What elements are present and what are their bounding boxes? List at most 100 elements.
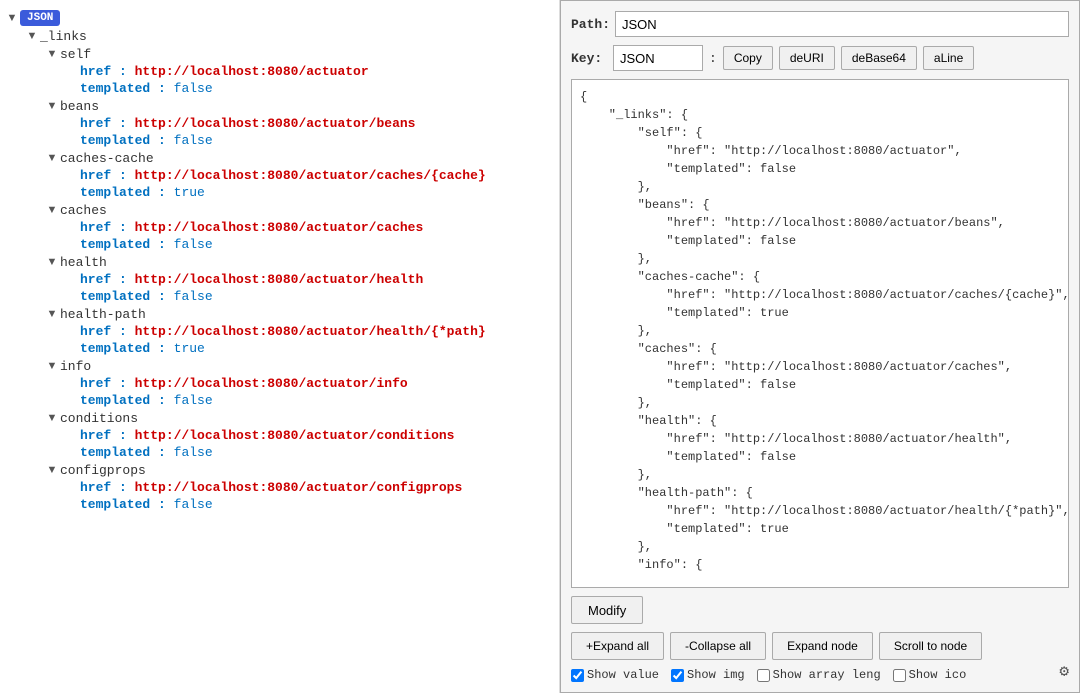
path-label: Path:: [571, 17, 607, 32]
beans-toggle[interactable]: ▼: [44, 98, 60, 114]
health-path-row[interactable]: ▼ health-path: [40, 305, 559, 323]
self-children: href : http://localhost:8080/actuator te…: [40, 63, 559, 97]
configprops-href-key: href :: [80, 480, 127, 495]
health-path-label: health-path: [60, 307, 146, 322]
scroll-to-node-button[interactable]: Scroll to node: [879, 632, 982, 660]
caches-cache-children: href : http://localhost:8080/actuator/ca…: [40, 167, 559, 201]
caches-cache-row[interactable]: ▼ caches-cache: [40, 149, 559, 167]
beans-templated-key: templated :: [80, 133, 166, 148]
collapse-all-button[interactable]: -Collapse all: [670, 632, 766, 660]
self-toggle[interactable]: ▼: [44, 46, 60, 62]
show-value-checkbox[interactable]: [571, 669, 584, 682]
info-toggle[interactable]: ▼: [44, 358, 60, 374]
health-path-templated-row: templated : true: [60, 340, 559, 357]
colon-separator: :: [709, 51, 717, 66]
expand-all-button[interactable]: +Expand all: [571, 632, 664, 660]
show-img-checkbox[interactable]: [671, 669, 684, 682]
beans-templated-value: false: [174, 133, 213, 148]
health-label: health: [60, 255, 107, 270]
info-row[interactable]: ▼ info: [40, 357, 559, 375]
beans-node: ▼ beans href : http://localhost:8080/act…: [20, 97, 559, 149]
tree-panel: ▼ JSON ▼ _links ▼ self href : http://: [0, 0, 560, 693]
configprops-templated-key: templated :: [80, 497, 166, 512]
conditions-href-value[interactable]: http://localhost:8080/actuator/condition…: [135, 428, 455, 443]
path-input[interactable]: [615, 11, 1069, 37]
info-href-value[interactable]: http://localhost:8080/actuator/info: [135, 376, 408, 391]
self-href-value[interactable]: http://localhost:8080/actuator: [135, 64, 369, 79]
beans-row[interactable]: ▼ beans: [40, 97, 559, 115]
info-label: info: [60, 359, 91, 374]
configprops-href-row: href : http://localhost:8080/actuator/co…: [60, 479, 559, 496]
caches-href-value[interactable]: http://localhost:8080/actuator/caches: [135, 220, 424, 235]
aline-button[interactable]: aLine: [923, 46, 974, 70]
copy-button[interactable]: Copy: [723, 46, 773, 70]
beans-templated-row: templated : false: [60, 132, 559, 149]
caches-cache-href-key: href :: [80, 168, 127, 183]
show-value-checkbox-label[interactable]: Show value: [571, 668, 659, 682]
json-content[interactable]: [571, 79, 1069, 588]
_links-node: ▼ _links ▼ self href : http://localhost:…: [0, 27, 559, 513]
caches-cache-templated-row: templated : true: [60, 184, 559, 201]
caches-toggle[interactable]: ▼: [44, 202, 60, 218]
conditions-row[interactable]: ▼ conditions: [40, 409, 559, 427]
beans-label: beans: [60, 99, 99, 114]
caches-row[interactable]: ▼ caches: [40, 201, 559, 219]
self-node: ▼ self href : http://localhost:8080/actu…: [20, 45, 559, 97]
caches-cache-href-row: href : http://localhost:8080/actuator/ca…: [60, 167, 559, 184]
key-input[interactable]: [613, 45, 703, 71]
root-toggle[interactable]: ▼: [4, 10, 20, 26]
show-ico-checkbox[interactable]: [893, 669, 906, 682]
health-href-key: href :: [80, 272, 127, 287]
caches-cache-templated-value: true: [174, 185, 205, 200]
detail-panel: Path: Key: : Copy deURI deBase64 aLine M…: [560, 0, 1080, 693]
health-href-value[interactable]: http://localhost:8080/actuator/health: [135, 272, 424, 287]
checkboxes-row: Show value Show img Show array leng Show…: [571, 668, 966, 682]
conditions-templated-value: false: [174, 445, 213, 460]
debase64-button[interactable]: deBase64: [841, 46, 917, 70]
_links-toggle[interactable]: ▼: [24, 28, 40, 44]
beans-children: href : http://localhost:8080/actuator/be…: [40, 115, 559, 149]
beans-href-value[interactable]: http://localhost:8080/actuator/beans: [135, 116, 416, 131]
health-path-toggle[interactable]: ▼: [44, 306, 60, 322]
health-path-href-row: href : http://localhost:8080/actuator/he…: [60, 323, 559, 340]
caches-cache-label: caches-cache: [60, 151, 154, 166]
conditions-toggle[interactable]: ▼: [44, 410, 60, 426]
caches-href-key: href :: [80, 220, 127, 235]
show-array-leng-checkbox-label[interactable]: Show array leng: [757, 668, 881, 682]
show-ico-checkbox-label[interactable]: Show ico: [893, 668, 967, 682]
self-templated-row: templated : false: [60, 80, 559, 97]
configprops-label: configprops: [60, 463, 146, 478]
health-children: href : http://localhost:8080/actuator/he…: [40, 271, 559, 305]
deuri-button[interactable]: deURI: [779, 46, 835, 70]
health-templated-value: false: [174, 289, 213, 304]
root-row[interactable]: ▼ JSON: [0, 9, 559, 27]
self-href-key: href :: [80, 64, 127, 79]
health-path-children: href : http://localhost:8080/actuator/he…: [40, 323, 559, 357]
show-img-label: Show img: [687, 668, 745, 682]
configprops-templated-value: false: [174, 497, 213, 512]
configprops-href-value[interactable]: http://localhost:8080/actuator/configpro…: [135, 480, 463, 495]
_links-row[interactable]: ▼ _links: [20, 27, 559, 45]
show-array-leng-label: Show array leng: [773, 668, 881, 682]
expand-node-button[interactable]: Expand node: [772, 632, 873, 660]
conditions-href-row: href : http://localhost:8080/actuator/co…: [60, 427, 559, 444]
caches-cache-node: ▼ caches-cache href : http://localhost:8…: [20, 149, 559, 201]
health-path-href-key: href :: [80, 324, 127, 339]
show-array-leng-checkbox[interactable]: [757, 669, 770, 682]
configprops-row[interactable]: ▼ configprops: [40, 461, 559, 479]
self-row[interactable]: ▼ self: [40, 45, 559, 63]
health-path-href-value[interactable]: http://localhost:8080/actuator/health/{*…: [135, 324, 486, 339]
caches-cache-toggle[interactable]: ▼: [44, 150, 60, 166]
settings-icon[interactable]: ⚙: [1059, 661, 1069, 681]
health-path-node: ▼ health-path href : http://localhost:80…: [20, 305, 559, 357]
checkboxes-gear-row: Show value Show img Show array leng Show…: [571, 660, 1069, 682]
health-row[interactable]: ▼ health: [40, 253, 559, 271]
caches-cache-href-value[interactable]: http://localhost:8080/actuator/caches/{c…: [135, 168, 486, 183]
modify-button[interactable]: Modify: [571, 596, 643, 624]
configprops-toggle[interactable]: ▼: [44, 462, 60, 478]
show-ico-label: Show ico: [909, 668, 967, 682]
bottom-buttons: +Expand all -Collapse all Expand node Sc…: [571, 632, 1069, 660]
health-toggle[interactable]: ▼: [44, 254, 60, 270]
root-node: ▼ JSON ▼ _links ▼ self href : http://: [0, 8, 559, 514]
show-img-checkbox-label[interactable]: Show img: [671, 668, 745, 682]
